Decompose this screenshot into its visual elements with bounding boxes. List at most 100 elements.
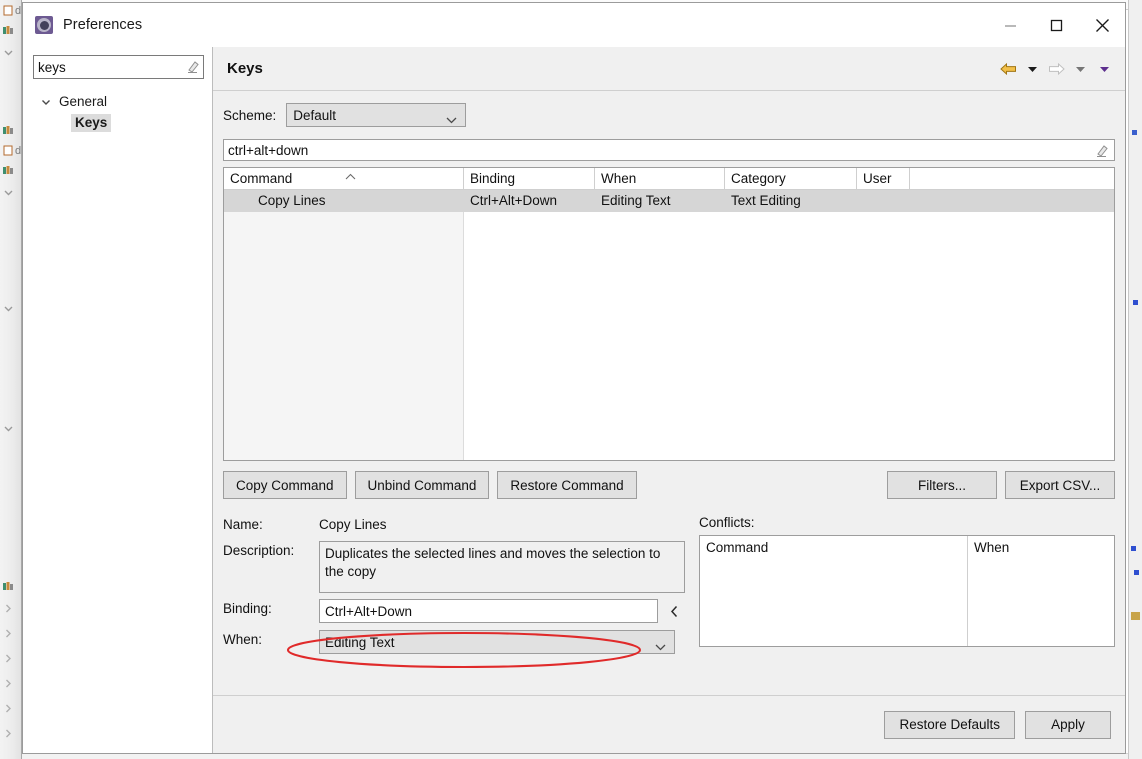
column-header-category[interactable]: Category [725,168,857,189]
tree-node-general-label: General [59,93,108,109]
detail-name-label: Name: [223,517,263,532]
keys-filter-value: ctrl+alt+down [228,142,309,158]
detail-when-label: When: [223,632,263,647]
unbind-command-button[interactable]: Unbind Command [354,471,490,499]
dialog-footer: Restore Defaults Apply [213,695,1125,753]
chevron-down-icon [655,639,666,654]
table-row[interactable]: Copy Lines Ctrl+Alt+Down Editing Text Te… [224,190,1114,212]
view-menu-dropdown-icon[interactable] [1093,56,1115,82]
chevron-down-icon [446,112,457,127]
eraser-icon[interactable] [1095,144,1108,158]
background-tree-row: d [0,2,21,20]
back-dropdown-icon[interactable] [1021,56,1043,82]
background-tree-row [0,300,21,318]
window-controls [987,3,1125,47]
background-tree-row [0,420,21,438]
chevron-down-icon[interactable] [39,95,53,109]
page-title: Keys [227,60,263,77]
apply-button[interactable]: Apply [1025,710,1111,739]
background-tree-row [0,675,21,693]
keys-table[interactable]: Command Binding When Category User Copy … [223,167,1115,461]
close-icon[interactable] [1079,3,1125,47]
scheme-row: Scheme: Default [223,103,1115,127]
back-arrow-icon[interactable] [997,56,1019,82]
chevron-left-icon[interactable] [663,599,685,623]
page-header: Keys [213,47,1125,91]
detail-binding-row: Binding: [223,599,685,623]
outline-marker-icon [1133,300,1138,305]
detail-description-value: Duplicates the selected lines and moves … [319,541,685,593]
cell-category: Text Editing [731,193,801,208]
tree-node-general[interactable]: General [23,91,212,112]
preferences-tree: General Keys [23,91,212,133]
keys-filter-input[interactable]: ctrl+alt+down [223,139,1115,161]
restore-command-button[interactable]: Restore Command [497,471,637,499]
maximize-icon[interactable] [1033,3,1079,47]
keys-table-header: Command Binding When Category User [224,168,1114,190]
column-header-user[interactable]: User [857,168,910,189]
column-header-command[interactable]: Command [224,168,464,189]
column-header-when[interactable]: When [595,168,725,189]
conflicts-column-when: When [974,540,1010,555]
forward-dropdown-icon[interactable] [1069,56,1091,82]
preferences-gear-icon [35,16,53,34]
dialog-body: General Keys Keys [23,47,1125,753]
export-csv-button[interactable]: Export CSV... [1005,471,1115,499]
detail-binding-label: Binding: [223,601,272,616]
keys-table-rows: Copy Lines Ctrl+Alt+Down Editing Text Te… [224,190,1114,212]
scheme-dropdown[interactable]: Default [286,103,467,127]
outline-marker-icon [1132,130,1137,135]
background-tree-row [0,725,21,743]
background-tree-row [0,700,21,718]
column-header-command-label: Command [230,171,293,186]
sort-ascending-icon [344,168,357,189]
cell-command: Copy Lines [258,193,326,208]
column-header-binding[interactable]: Binding [464,168,595,189]
preferences-filter-input[interactable] [33,55,204,79]
outline-marker-icon [1134,570,1139,575]
page-content: Scheme: Default ctrl+alt+down Command Bi… [213,91,1125,695]
outline-marker-icon [1131,546,1136,551]
background-tree-row [0,578,21,596]
background-tree-row [0,625,21,643]
outline-folder-icon [1131,612,1140,620]
preferences-filter-wrapper [33,55,204,79]
when-dropdown-value: Editing Text [325,634,395,650]
preferences-page-pane: Keys Scheme: Default ctrl+alt+down Comma… [213,47,1125,753]
background-tree-row: d [0,142,21,160]
restore-defaults-button[interactable]: Restore Defaults [884,710,1015,739]
command-actions-toolbar: Copy Command Unbind Command Restore Comm… [223,471,1115,499]
tree-node-keys-label: Keys [71,113,112,132]
background-tree-row [0,122,21,140]
background-outline-view [1128,0,1142,759]
minimize-icon[interactable] [987,3,1033,47]
copy-command-button[interactable]: Copy Command [223,471,347,499]
cell-when: Editing Text [601,193,671,208]
conflicts-table[interactable]: Command When [699,535,1115,647]
preferences-navigation-pane: General Keys [23,47,213,753]
page-navigation-toolbar [997,47,1115,91]
background-tree-row [0,22,21,40]
conflicts-section: Conflicts: Command When [699,515,1115,660]
binding-input[interactable] [319,599,658,623]
cell-user [857,190,910,212]
when-dropdown[interactable]: Editing Text [319,630,675,654]
filters-button[interactable]: Filters... [887,471,997,499]
detail-name-row: Name: Copy Lines [223,515,685,535]
cell-binding: Ctrl+Alt+Down [470,193,558,208]
forward-arrow-icon[interactable] [1045,56,1067,82]
background-tree-row [0,600,21,618]
background-tree-row [0,162,21,180]
background-tree-row [0,650,21,668]
conflicts-column-command: Command [700,536,968,646]
keys-table-body-background [224,190,1114,460]
background-tree-row [0,184,21,202]
scheme-label: Scheme: [223,107,277,123]
background-package-explorer: dd [0,0,22,759]
detail-description-label: Description: [223,543,295,558]
preferences-dialog: Preferences keys General Keys Keys Schem… [22,2,1126,754]
detail-when-row: When: Editing Text [223,630,685,654]
tree-node-keys[interactable]: Keys [23,112,212,133]
eraser-icon[interactable] [186,60,199,74]
binding-detail-left: Name: Copy Lines Description: Duplicates… [223,515,685,660]
